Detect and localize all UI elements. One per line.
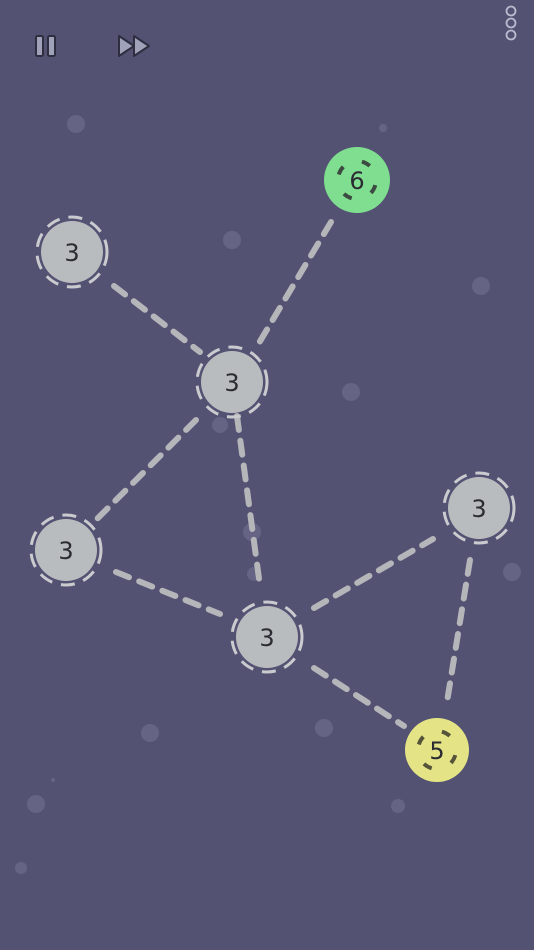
particle	[15, 862, 27, 874]
particle	[51, 778, 55, 782]
node-gray-3[interactable]: 3	[442, 471, 516, 545]
particle	[503, 563, 521, 581]
fast-forward-icon	[118, 35, 150, 57]
pause-icon	[35, 35, 56, 57]
edge	[311, 536, 436, 611]
particle	[315, 719, 333, 737]
edge	[311, 665, 407, 729]
node-green-6[interactable]: 6	[324, 147, 390, 213]
edge	[113, 569, 223, 617]
node-gray-3[interactable]: 3	[29, 513, 103, 587]
edge	[234, 413, 263, 589]
edge	[253, 219, 334, 351]
node-label: 6	[349, 167, 364, 195]
node-label: 3	[224, 369, 239, 397]
particle	[212, 417, 228, 433]
node-label: 3	[58, 537, 73, 565]
particle	[27, 795, 45, 813]
particle	[379, 124, 387, 132]
node-yellow-5[interactable]: 5	[405, 718, 469, 782]
nodes-layer: 6 3 3 3 3 3 5	[29, 147, 516, 782]
fast-forward-button[interactable]	[113, 30, 157, 62]
edge	[111, 283, 203, 355]
vertical-dots-menu-icon	[505, 5, 517, 41]
particle	[141, 724, 159, 742]
game-board[interactable]: 6 3 3 3 3 3 5	[0, 0, 534, 950]
menu-button[interactable]	[500, 4, 522, 44]
particle	[67, 115, 85, 133]
pause-button[interactable]	[30, 30, 62, 62]
particle	[342, 383, 360, 401]
edge	[443, 557, 473, 711]
particle	[472, 277, 490, 295]
node-label: 3	[259, 624, 274, 652]
node-gray-3[interactable]: 3	[35, 215, 109, 289]
node-gray-3[interactable]: 3	[195, 345, 269, 419]
particle	[223, 231, 241, 249]
edge	[91, 417, 199, 525]
node-label: 3	[471, 495, 486, 523]
particle	[391, 799, 405, 813]
node-label: 5	[429, 737, 444, 765]
node-gray-3[interactable]: 3	[230, 600, 304, 674]
node-label: 3	[64, 239, 79, 267]
